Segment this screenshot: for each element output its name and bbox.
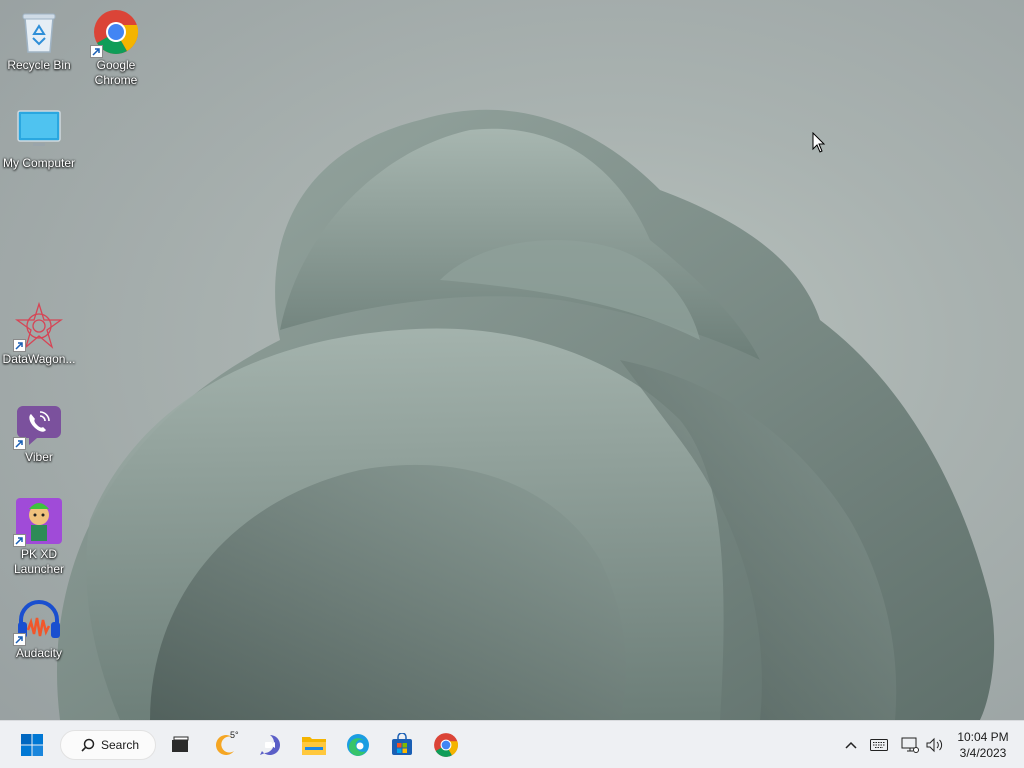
chrome-icon [90,8,140,58]
keyboard-icon [870,739,888,751]
weather-temperature: 5° [230,730,239,740]
desktop-icon-label: Viber [25,450,53,464]
shortcut-arrow-icon [13,534,26,547]
network-tray-button[interactable] [900,735,920,755]
wallpaper [57,109,995,720]
network-icon [901,737,919,753]
show-hidden-icons-button[interactable] [841,735,861,755]
edge-button[interactable] [342,729,374,761]
pkxd-icon [13,497,63,547]
desktop-icon-audacity[interactable]: Audacity [1,596,77,661]
start-icon [21,734,43,756]
speaker-icon [926,737,943,753]
teams-chat-button[interactable] [254,729,286,761]
chrome-taskbar-button[interactable] [430,729,462,761]
task-view-icon [172,736,189,752]
desktop-icon-viber[interactable]: Viber [1,400,77,465]
monitor-icon [15,106,63,154]
desktop-icon-label: DataWagon... [2,352,76,366]
taskbar-clock[interactable]: 10:04 PM 3/4/2023 [948,729,1018,761]
keyboard-tray-button[interactable] [869,735,889,755]
teams-chat-icon [260,735,280,755]
taskbar: Search 5° 10:04 PM 3/4/2023 [0,720,1024,768]
datawagon-icon [13,301,64,352]
file-explorer-icon [302,737,326,755]
store-icon [392,733,412,755]
audacity-icon [13,596,63,646]
clock-date: 3/4/2023 [959,746,1007,760]
desktop-icon-datawagon[interactable]: DataWagon... [1,301,77,367]
task-view-button[interactable] [164,729,196,761]
search-label: Search [101,738,140,752]
shortcut-arrow-icon [90,45,103,58]
clock-time: 10:04 PM [957,730,1009,744]
desktop-icon-google-chrome[interactable]: Google Chrome [78,8,154,88]
desktop-icon-label: Google Chrome [94,58,138,87]
volume-tray-button[interactable] [925,735,945,755]
viber-icon [13,400,63,450]
recycle-bin-icon [15,8,63,56]
shortcut-arrow-icon [13,633,26,646]
store-button[interactable] [386,729,418,761]
start-button[interactable] [16,729,48,761]
chrome-icon [434,733,458,757]
desktop-icon-label: PK XD Launcher [13,547,65,576]
search-icon [81,738,95,752]
desktop-icon-label: My Computer [2,156,76,170]
file-explorer-button[interactable] [298,729,330,761]
chevron-up-icon [845,741,857,749]
taskbar-search-box[interactable]: Search [60,730,156,760]
shortcut-arrow-icon [13,339,26,352]
mouse-cursor-icon [812,132,826,153]
edge-icon [347,734,369,756]
shortcut-arrow-icon [13,437,26,450]
desktop-icon-pk-xd-launcher[interactable]: PK XD Launcher [1,497,77,577]
desktop-icon-label: Audacity [15,646,63,660]
desktop-icon-recycle-bin[interactable]: Recycle Bin [1,8,77,73]
desktop-icon-my-computer[interactable]: My Computer [1,106,77,171]
desktop-icon-label: Recycle Bin [7,58,71,72]
